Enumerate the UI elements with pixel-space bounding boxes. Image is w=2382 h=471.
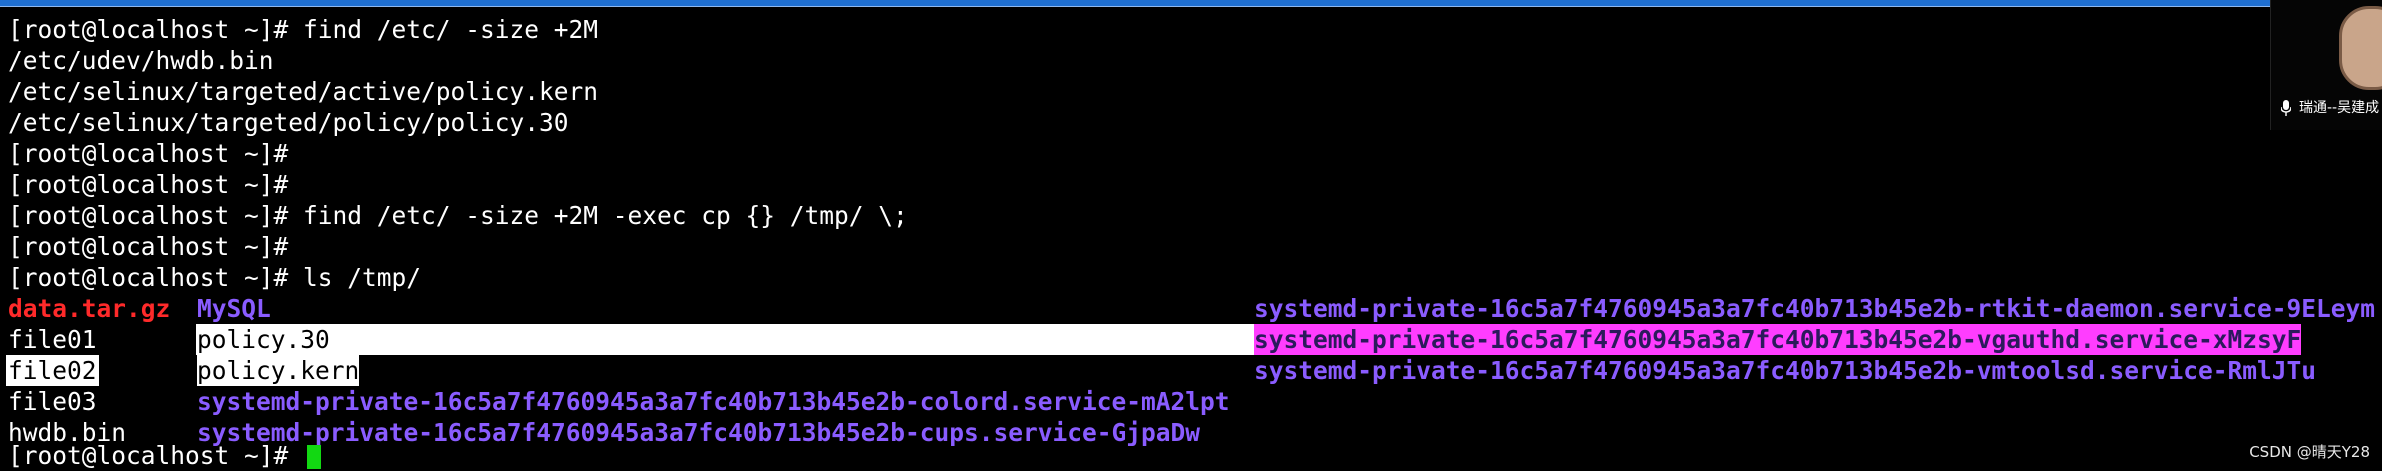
ls-entry-directory: systemd-private-16c5a7f4760945a3a7fc40b7… [197, 418, 1201, 447]
terminal-line: /etc/udev/hwdb.bin [8, 46, 274, 75]
terminal-line: [root@localhost ~]# find /etc/ -size +2M… [8, 201, 908, 230]
ls-entry-file: file01 [8, 325, 97, 354]
ls-entry-directory: systemd-private-16c5a7f4760945a3a7fc40b7… [1254, 356, 2317, 385]
terminal-line: [root@localhost ~]# [8, 170, 289, 199]
terminal-line: /etc/selinux/targeted/policy/policy.30 [8, 108, 569, 137]
ls-entry-directory: MySQL [197, 294, 271, 323]
ls-entry-file: policy.30 [197, 325, 330, 354]
terminal-window[interactable]: [root@localhost ~]# find /etc/ -size +2M… [0, 0, 2382, 471]
microphone-icon [2281, 100, 2291, 116]
participant-label: 瑞通--吴建成 [2281, 96, 2379, 120]
terminal-line: [root@localhost ~]# find /etc/ -size +2M [8, 15, 599, 44]
terminal-line: [root@localhost ~]# [8, 232, 289, 261]
ls-entry-archive: data.tar.gz [8, 294, 171, 323]
ls-entry-directory: systemd-private-16c5a7f4760945a3a7fc40b7… [197, 387, 1230, 416]
terminal-line: /etc/selinux/targeted/active/policy.kern [8, 77, 599, 106]
terminal-line: [root@localhost ~]# [8, 139, 289, 168]
ls-entry-file: file03 [8, 387, 97, 416]
watermark: CSDN @晴天Y28 [2249, 443, 2370, 461]
video-call-tile[interactable]: 瑞通--吴建成 [2270, 0, 2382, 130]
selection-band [196, 324, 1254, 355]
terminal-cursor [307, 445, 322, 469]
terminal-prompt[interactable]: [root@localhost ~]# [8, 440, 322, 471]
ls-entry-directory: systemd-private-16c5a7f4760945a3a7fc40b7… [1254, 294, 2376, 323]
participant-name: 瑞通--吴建成 [2299, 100, 2380, 116]
terminal-line: [root@localhost ~]# ls /tmp/ [8, 263, 422, 292]
ls-entry-file-highlighted: policy.kern [197, 355, 360, 386]
ls-entry-file-highlighted: file02 [6, 355, 99, 386]
participant-avatar [2339, 6, 2382, 90]
ls-entry-directory-highlighted: systemd-private-16c5a7f4760945a3a7fc40b7… [1254, 324, 2302, 355]
prompt-text: [root@localhost ~]# [8, 441, 304, 470]
